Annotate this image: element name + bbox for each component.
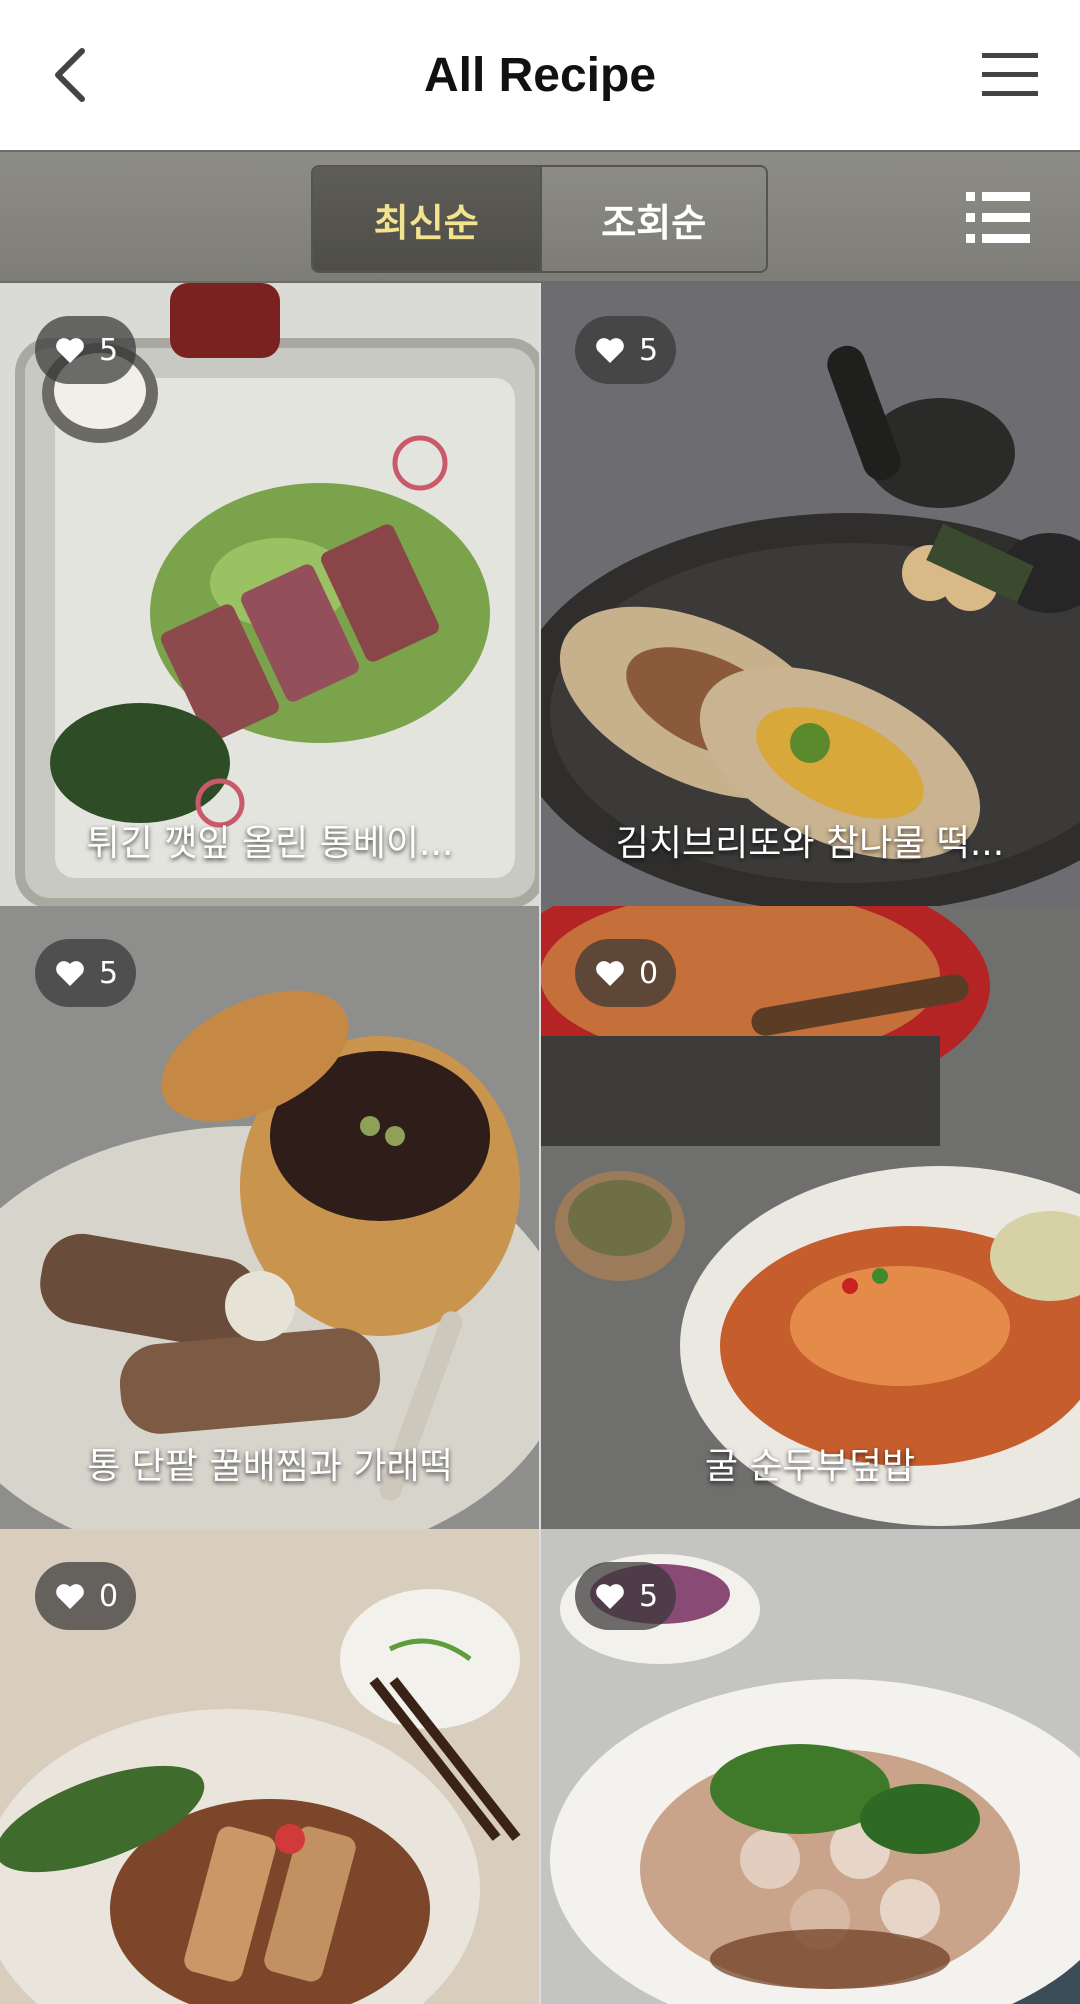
heart-icon — [596, 1584, 624, 1609]
tab-latest[interactable]: 최신순 — [313, 167, 540, 271]
like-count: 0 — [639, 955, 659, 991]
sort-segmented-control: 최신순 조회순 — [311, 165, 768, 273]
hamburger-icon — [982, 53, 1038, 96]
heart-icon — [596, 338, 624, 363]
like-badge[interactable]: 5 — [35, 316, 137, 384]
recipe-card[interactable]: 5 김치브리또와 참나물 떡... — [540, 283, 1080, 906]
list-view-button[interactable] — [966, 188, 1030, 248]
like-count: 5 — [639, 1578, 659, 1614]
recipe-title: 튀긴 깻잎 올린 통베이... — [86, 823, 454, 864]
recipe-card[interactable]: 0 굴 순두부덮밥 — [540, 906, 1080, 1529]
like-badge[interactable]: 5 — [575, 1562, 677, 1630]
like-badge[interactable]: 5 — [575, 316, 677, 384]
heart-icon — [56, 1584, 84, 1609]
grid-divider — [539, 283, 541, 2004]
heart-icon — [56, 961, 84, 986]
like-count: 5 — [639, 332, 659, 368]
page-title: All Recipe — [423, 48, 657, 102]
like-badge[interactable]: 0 — [575, 939, 677, 1007]
app-header: All Recipe — [0, 0, 1080, 150]
like-count: 5 — [99, 332, 119, 368]
list-icon — [966, 192, 1030, 243]
like-badge[interactable]: 0 — [35, 1562, 137, 1630]
recipe-title: 통 단팥 꿀배찜과 가래떡 — [87, 1446, 453, 1487]
recipe-title: 굴 순두부덮밥 — [704, 1446, 916, 1487]
recipe-card[interactable]: 5 튀긴 깻잎 올린 통베이... — [0, 283, 540, 906]
like-badge[interactable]: 5 — [35, 939, 137, 1007]
heart-icon — [56, 338, 84, 363]
tab-views[interactable]: 조회순 — [539, 167, 766, 271]
recipe-title: 김치브리또와 참나물 떡... — [615, 823, 1005, 864]
recipe-grid: 5 튀긴 깻잎 올린 통베이... 5 김치브리또와 참나물 떡... 5 통 … — [0, 283, 1080, 2004]
recipe-card[interactable]: 5 통 단팥 꿀배찜과 가래떡 — [0, 906, 540, 1529]
recipe-card[interactable]: 0 — [0, 1529, 540, 2004]
sort-toolbar: 최신순 조회순 — [0, 150, 1080, 283]
like-count: 5 — [99, 955, 119, 991]
heart-icon — [596, 961, 624, 986]
recipe-card[interactable]: 5 — [540, 1529, 1080, 2004]
like-count: 0 — [99, 1578, 119, 1614]
menu-button[interactable] — [970, 35, 1050, 115]
